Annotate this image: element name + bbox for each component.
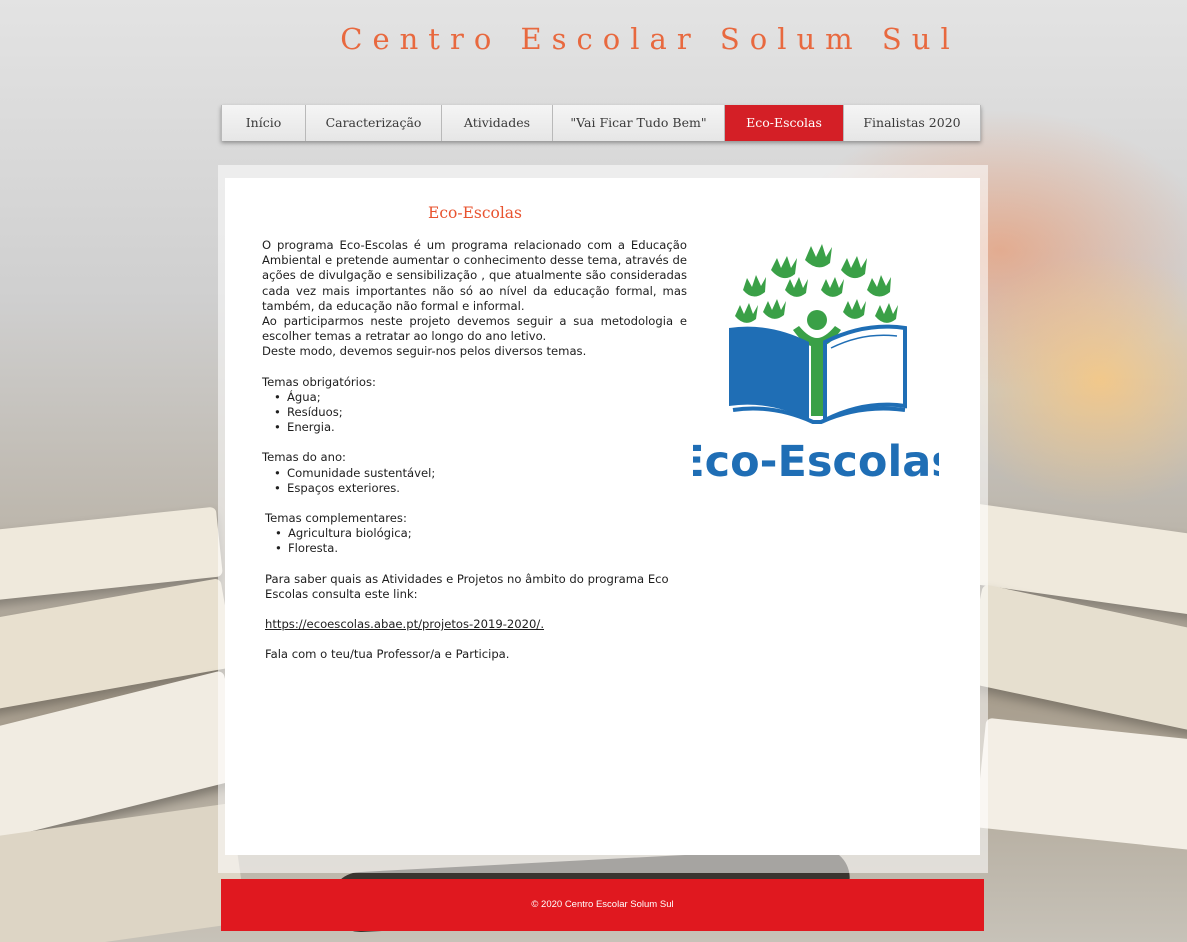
list-item: Agricultura biológica;	[275, 526, 687, 541]
intro-paragraph: O programa Eco-Escolas é um programa rel…	[262, 238, 687, 313]
footer: © 2020 Centro Escolar Solum Sul	[221, 879, 984, 931]
mandatory-themes-heading: Temas obrigatórios:	[262, 374, 376, 389]
intro-paragraph: Deste modo, devemos seguir-nos pelos div…	[262, 344, 587, 359]
content-text: O programa Eco-Escolas é um programa rel…	[262, 238, 687, 662]
logo-wordmark: Eco-Escolas	[693, 437, 939, 487]
year-themes-heading: Temas do ano:	[262, 450, 346, 465]
mandatory-themes-list: Água; Resíduos; Energia.	[262, 390, 687, 436]
nav-item-caracterizacao[interactable]: Caracterização	[306, 105, 442, 141]
list-item: Floresta.	[275, 541, 687, 556]
page-title: Eco-Escolas	[428, 204, 522, 222]
complementary-themes-heading: Temas complementares:	[265, 511, 407, 526]
complementary-themes-list: Agricultura biológica; Floresta.	[262, 526, 687, 557]
main-nav: Início Caracterização Atividades "Vai Fi…	[221, 105, 981, 141]
nav-item-eco-escolas[interactable]: Eco-Escolas	[725, 105, 844, 141]
nav-item-atividades[interactable]: Atividades	[442, 105, 553, 141]
list-item: Espaços exteriores.	[274, 481, 687, 496]
info-text: Para saber quais as Atividades e Projeto…	[265, 571, 669, 601]
eco-escolas-logo: Eco-Escolas	[675, 240, 957, 488]
projects-link[interactable]: https://ecoescolas.abae.pt/projetos-2019…	[265, 617, 544, 631]
nav-item-finalistas-2020[interactable]: Finalistas 2020	[844, 105, 981, 141]
site-title: Centro Escolar Solum Sul	[340, 22, 960, 56]
footer-copyright: © 2020 Centro Escolar Solum Sul	[531, 899, 674, 910]
closing-text: Fala com o teu/tua Professor/a e Partici…	[265, 647, 510, 662]
year-themes-list: Comunidade sustentável; Espaços exterior…	[262, 466, 687, 497]
nav-item-vai-ficar-tudo-bem[interactable]: "Vai Ficar Tudo Bem"	[553, 105, 725, 141]
nav-item-inicio[interactable]: Início	[221, 105, 306, 141]
list-item: Água;	[274, 390, 687, 405]
intro-paragraph: Ao participarmos neste projeto devemos s…	[262, 314, 687, 344]
list-item: Resíduos;	[274, 405, 687, 420]
list-item: Energia.	[274, 420, 687, 435]
intro-text: O programa Eco-Escolas é um programa rel…	[262, 238, 687, 360]
list-item: Comunidade sustentável;	[274, 466, 687, 481]
